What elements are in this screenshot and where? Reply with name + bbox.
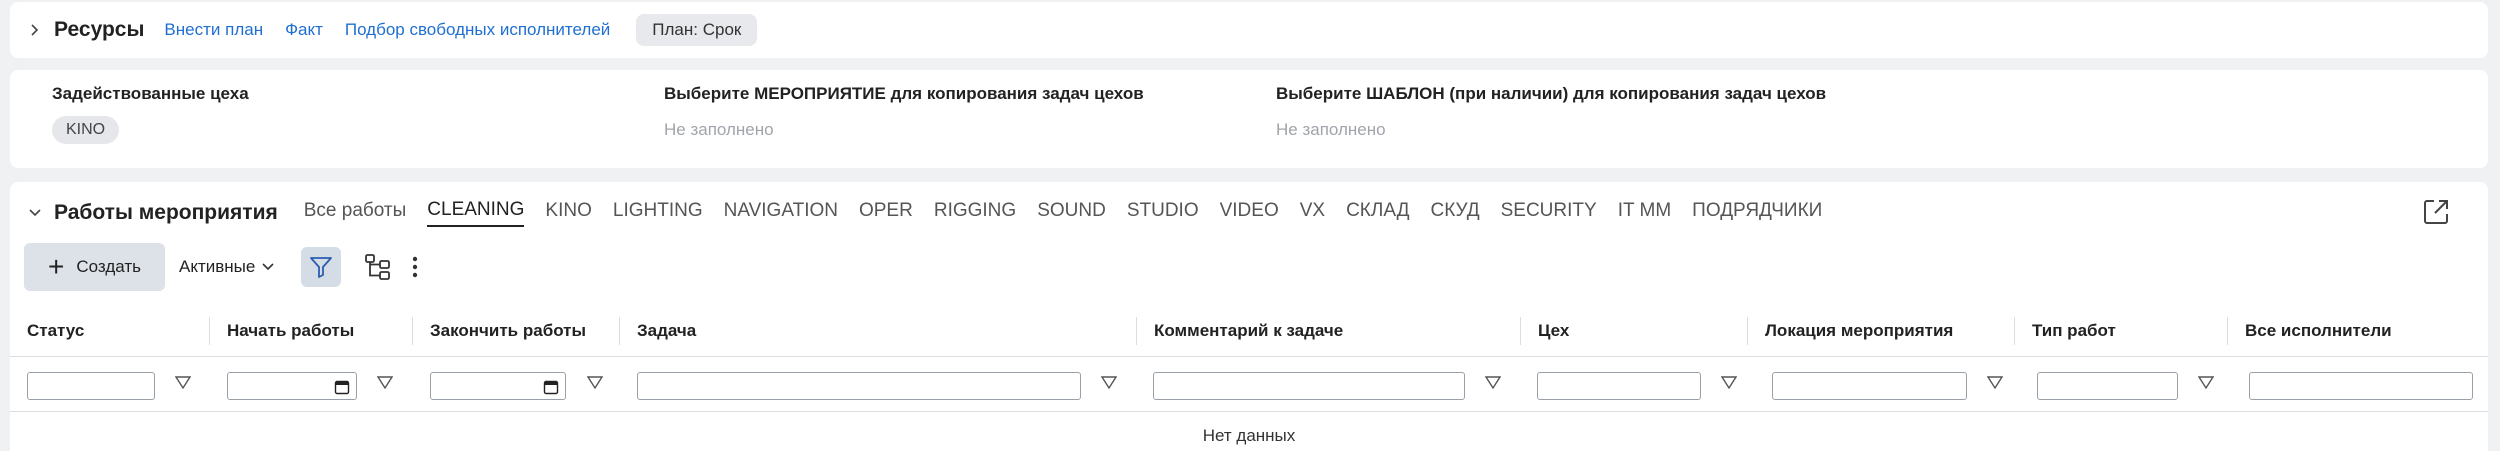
location-filter-input[interactable] [1772, 372, 1967, 400]
workshop-tag-kino[interactable]: KINO [52, 116, 120, 144]
tab-sound[interactable]: SOUND [1037, 200, 1106, 226]
template-select-field[interactable]: Выберите ШАБЛОН (при наличии) для копиро… [1276, 84, 1826, 140]
filter-triangle-icon[interactable] [587, 376, 603, 390]
column-all-performers[interactable]: Все исполнители [2228, 305, 2488, 357]
more-options-button[interactable] [405, 247, 425, 287]
empty-state-text: Нет данных [1202, 426, 1296, 445]
column-status[interactable]: Статус [10, 305, 210, 357]
table-header: Статус Начать работы Закончить работы За… [10, 305, 2488, 357]
status-filter-input[interactable] [27, 372, 155, 400]
column-status-label: Статус [27, 321, 85, 340]
filter-triangle-icon[interactable] [1987, 376, 2003, 390]
tab-cleaning[interactable]: CLEANING [427, 199, 525, 227]
chevron-right-icon[interactable] [24, 19, 46, 41]
more-vertical-icon [413, 256, 418, 278]
tab-it-mm[interactable]: IT MM [1618, 200, 1671, 226]
status-filter-value: Активные [179, 257, 256, 276]
filter-triangle-icon[interactable] [1101, 376, 1117, 390]
filter-triangle-icon[interactable] [1721, 376, 1737, 390]
column-location[interactable]: Локация мероприятия [1748, 305, 2015, 357]
column-start-label: Начать работы [227, 321, 355, 340]
column-task-label: Задача [637, 321, 697, 340]
tab-contractors[interactable]: ПОДРЯДЧИКИ [1692, 200, 1822, 226]
chevron-down-icon [262, 263, 274, 271]
filter-triangle-icon[interactable] [2198, 376, 2214, 390]
tab-security[interactable]: SECURITY [1501, 200, 1597, 226]
filter-icon [310, 257, 333, 278]
work-type-filter-input[interactable] [2037, 372, 2178, 400]
resources-title: Ресурсы [54, 18, 145, 41]
event-select-value[interactable]: Не заполнено [664, 120, 1144, 140]
involved-workshops-label: Задействованные цеха [52, 84, 249, 103]
column-location-label: Локация мероприятия [1765, 321, 1954, 340]
template-select-value[interactable]: Не заполнено [1276, 120, 1826, 140]
workshop-filter-input[interactable] [1537, 372, 1701, 400]
tab-all-works[interactable]: Все работы [304, 200, 407, 226]
plus-icon: + [48, 251, 65, 282]
filter-triangle-icon[interactable] [1485, 376, 1501, 390]
tab-lighting[interactable]: LIGHTING [613, 200, 703, 226]
status-filter-dropdown[interactable]: Активные [179, 257, 275, 277]
filter-triangle-icon[interactable] [175, 376, 191, 390]
external-link-icon[interactable] [2420, 196, 2452, 228]
filter-toggle-button[interactable] [301, 247, 342, 287]
event-select-field[interactable]: Выберите МЕРОПРИЯТИЕ для копирования зад… [664, 84, 1144, 140]
column-start[interactable]: Начать работы [210, 305, 413, 357]
fact-link[interactable]: Факт [285, 20, 323, 40]
end-date-filter-input[interactable] [430, 372, 566, 400]
start-date-filter-input[interactable] [227, 372, 357, 400]
event-works-panel: Работы мероприятия Все работы CLEANING K… [10, 182, 2488, 451]
tab-navigation[interactable]: NAVIGATION [724, 200, 838, 226]
filter-triangle-icon[interactable] [377, 376, 393, 390]
tab-vx[interactable]: VX [1300, 200, 1325, 226]
performers-filter-input[interactable] [2249, 372, 2473, 400]
plan-deadline-badge[interactable]: План: Срок [636, 14, 758, 46]
column-work-type[interactable]: Тип работ [2015, 305, 2228, 357]
calendar-icon[interactable] [334, 379, 350, 395]
create-button[interactable]: + Создать [24, 243, 165, 291]
create-button-label: Создать [76, 257, 141, 276]
tab-rigging[interactable]: RIGGING [934, 200, 1016, 226]
column-workshop[interactable]: Цех [1521, 305, 1748, 357]
column-work-type-label: Тип работ [2032, 321, 2116, 340]
chevron-down-icon[interactable] [24, 202, 46, 224]
tab-warehouse[interactable]: СКЛАД [1346, 200, 1409, 226]
template-select-label: Выберите ШАБЛОН (при наличии) для копиро… [1276, 84, 1827, 103]
column-all-performers-label: Все исполнители [2245, 321, 2392, 340]
find-free-performers-link[interactable]: Подбор свободных исполнителей [345, 20, 610, 40]
works-title: Работы мероприятия [54, 201, 278, 224]
tab-kino[interactable]: KINO [545, 200, 591, 226]
filter-row [10, 358, 2488, 412]
event-select-label: Выберите МЕРОПРИЯТИЕ для копирования зад… [664, 84, 1144, 103]
tree-view-button[interactable] [361, 247, 395, 287]
tab-access-control[interactable]: СКУД [1431, 200, 1480, 226]
column-end[interactable]: Закончить работы [413, 305, 620, 357]
column-comment-label: Комментарий к задаче [1154, 321, 1344, 340]
involved-workshops-field: Задействованные цеха KINO [52, 84, 249, 144]
comment-filter-input[interactable] [1153, 372, 1465, 400]
tab-studio[interactable]: STUDIO [1127, 200, 1199, 226]
calendar-icon[interactable] [543, 379, 559, 395]
tab-oper[interactable]: OPER [859, 200, 913, 226]
tab-video[interactable]: VIDEO [1220, 200, 1279, 226]
resources-panel: Ресурсы Внести план Факт Подбор свободны… [10, 2, 2488, 58]
add-plan-link[interactable]: Внести план [164, 20, 263, 40]
column-end-label: Закончить работы [430, 321, 587, 340]
column-workshop-label: Цех [1538, 321, 1570, 340]
column-task[interactable]: Задача [620, 305, 1137, 357]
column-comment[interactable]: Комментарий к задаче [1137, 305, 1521, 357]
tree-icon [365, 254, 391, 280]
workshops-panel: Задействованные цеха KINO Выберите МЕРОП… [10, 70, 2488, 168]
task-filter-input[interactable] [637, 372, 1081, 400]
